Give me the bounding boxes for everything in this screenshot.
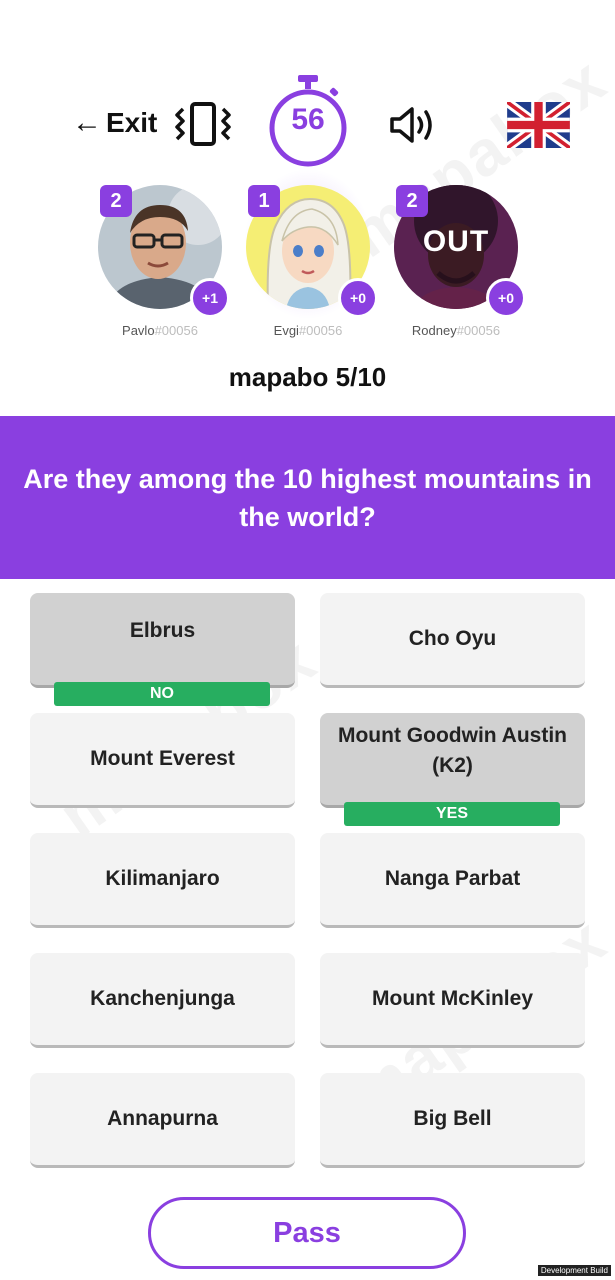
player-name: Pavlo#00056	[80, 323, 240, 338]
player-name-label: Pavlo	[122, 323, 155, 338]
rank-badge: 1	[248, 185, 280, 217]
verdict-badge-no: NO	[54, 682, 270, 706]
player-name: Evgi#00056	[228, 323, 388, 338]
answer-label: Mount Everest	[90, 747, 235, 770]
answer-label: Cho Oyu	[408, 627, 497, 650]
answer-option[interactable]: Mount Everest	[30, 713, 295, 808]
answer-option[interactable]: Nanga Parbat	[320, 833, 585, 928]
score-badge: +0	[338, 278, 378, 318]
timer-value: 56	[291, 103, 325, 136]
question-banner: Are they among the 10 highest mountains …	[0, 416, 615, 579]
rank-badge: 2	[396, 185, 428, 217]
answer-label: Mount Goodwin Austin (K2)	[337, 724, 567, 777]
answer-option[interactable]: Annapurna	[30, 1073, 295, 1168]
answer-label: Kanchenjunga	[90, 987, 235, 1010]
answer-label: Annapurna	[107, 1107, 218, 1130]
answer-option[interactable]: Kilimanjaro	[30, 833, 295, 928]
player-name: Rodney#00056	[376, 323, 536, 338]
exit-label: Exit	[106, 107, 158, 138]
player-name-label: Rodney	[411, 323, 457, 338]
vibrate-icon[interactable]	[173, 101, 233, 147]
answer-label: Mount McKinley	[372, 987, 533, 1010]
player-card[interactable]: 1 +0 Evgi#00056	[228, 169, 388, 343]
player-card[interactable]: 2 +1 Pavlo#00056	[80, 183, 240, 343]
player-tag: #00056	[154, 323, 198, 338]
exit-button[interactable]: ← Exit	[72, 103, 157, 143]
countdown-timer: 56	[268, 75, 348, 170]
player-tag: #00056	[298, 323, 343, 338]
pass-button[interactable]: Pass	[148, 1197, 466, 1269]
answer-option[interactable]: Cho Oyu	[320, 593, 585, 688]
game-screen: mapabox mapabox mapabox ← Exit 56	[0, 0, 615, 1280]
player-name-label: Evgi	[273, 323, 299, 338]
score-badge: +0	[486, 278, 526, 318]
answer-option[interactable]: Mount McKinley	[320, 953, 585, 1048]
answer-option[interactable]: Big Bell	[320, 1073, 585, 1168]
rank-badge: 2	[100, 185, 132, 217]
player-card[interactable]: OUT 2 +0 Rodney#00056	[376, 183, 536, 343]
answer-option[interactable]: Kanchenjunga	[30, 953, 295, 1048]
players-row: 2 +1 Pavlo#00056 1 +0 Evgi#00056 OUT 2 +…	[0, 169, 615, 343]
answer-label: Nanga Parbat	[384, 867, 521, 890]
player-tag: #00056	[456, 323, 501, 338]
score-badge: +1	[190, 278, 230, 318]
verdict-badge-yes: YES	[344, 802, 560, 826]
build-note: Development Build	[537, 1265, 611, 1276]
uk-flag-icon[interactable]	[507, 102, 570, 148]
question-text: Are they among the 10 highest mountains …	[23, 463, 592, 532]
speaker-icon[interactable]	[388, 105, 438, 145]
round-label: mapabo 5/10	[228, 362, 387, 392]
answer-option[interactable]: Elbrus	[30, 593, 295, 688]
top-bar: ← Exit 56	[0, 75, 615, 170]
answer-label: Big Bell	[413, 1107, 492, 1130]
answer-option[interactable]: Mount Goodwin Austin (K2)	[320, 713, 585, 808]
answer-label: Kilimanjaro	[105, 867, 220, 890]
arrow-left-icon: ←	[72, 106, 102, 139]
answer-label: Elbrus	[129, 619, 196, 642]
out-status: OUT	[422, 225, 490, 258]
